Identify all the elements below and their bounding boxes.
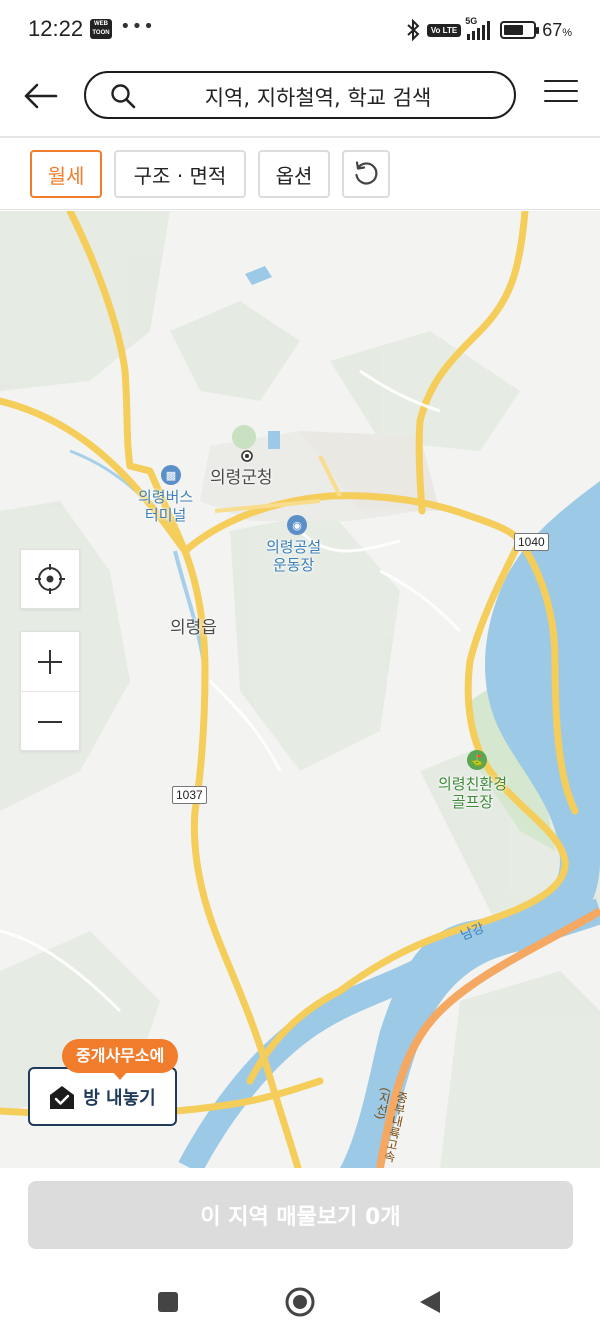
more-notifications-icon: ••• [120,16,155,37]
map-label-golf: 의령친환경 골프장 [438,776,508,811]
app-header: 지역, 지하철역, 학교 검색 [0,60,600,136]
map-label-stadium: 의령공설 운동장 [266,539,322,574]
golf-icon[interactable]: ⛳ [467,750,487,770]
signal-icon: 5G [465,16,491,40]
bus-terminal-icon[interactable]: ▩ [161,465,181,485]
house-check-icon [50,1085,75,1109]
road-shield-1040: 1040 [514,533,549,551]
map-view[interactable]: 의령군청 ▩ 의령버스 터미널 ◉ 의령공설 운동장 의령읍 1040 1037… [0,211,600,1168]
arrow-left-icon [24,83,58,109]
menu-button[interactable] [544,80,578,110]
view-listings-button[interactable]: 이 지역 매물보기 0개 [28,1181,573,1249]
crosshair-icon [35,564,65,594]
battery-fill [504,25,523,35]
status-bar: 12:22 WEB TOON ••• Vo LTE 5G 67% [0,0,600,60]
stadium-icon[interactable]: ◉ [287,515,307,535]
battery-percent: 67% [542,19,572,40]
network-type: 5G [465,16,478,26]
zoom-controls [20,631,80,751]
filter-options[interactable]: 옵션 [258,150,330,198]
home-button[interactable] [280,1282,320,1322]
battery-icon [500,21,540,39]
square-icon [158,1292,178,1312]
search-icon [111,84,136,109]
recents-button[interactable] [148,1282,188,1322]
reset-icon [355,161,378,185]
promo-tooltip: 중개사무소에 [62,1039,179,1080]
zoom-out-button[interactable] [21,692,79,751]
bluetooth-icon [407,18,420,42]
back-button[interactable] [20,76,60,116]
filter-bar: 월세 구조 · 면적 옵션 [0,138,600,210]
search-input[interactable]: 지역, 지하철역, 학교 검색 [84,71,516,119]
search-placeholder: 지역, 지하철역, 학교 검색 [204,86,432,110]
filter-reset-button[interactable] [342,150,390,198]
system-nav-bar [0,1268,600,1333]
filter-monthly-rent[interactable]: 월세 [30,150,102,198]
map-canvas [0,211,600,1168]
minus-icon [38,720,62,723]
map-label-county-office: 의령군청 [210,468,273,487]
status-time: 12:22 [28,16,84,41]
webtoon-notification-icon: WEB TOON [90,19,112,39]
map-label-bus-terminal: 의령버스 터미널 [138,489,194,524]
home-circle-icon [285,1287,315,1317]
volte-icon: Vo LTE [426,23,462,37]
road-shield-1037: 1037 [172,786,207,804]
hamburger-icon [544,80,578,82]
plus-icon [38,649,62,674]
list-room-label: 방 내놓기 [83,1087,156,1109]
back-nav-button[interactable] [410,1282,450,1322]
map-label-town: 의령읍 [170,618,217,637]
bottom-panel: 이 지역 매물보기 0개 [0,1168,600,1268]
zoom-in-button[interactable] [21,632,79,691]
list-room-button[interactable]: 방 내놓기 [28,1067,177,1126]
status-icons: Vo LTE 5G 67% [405,16,572,44]
filter-structure-area[interactable]: 구조 · 면적 [114,150,246,198]
current-location-button[interactable] [20,549,80,609]
triangle-back-icon [420,1291,440,1313]
